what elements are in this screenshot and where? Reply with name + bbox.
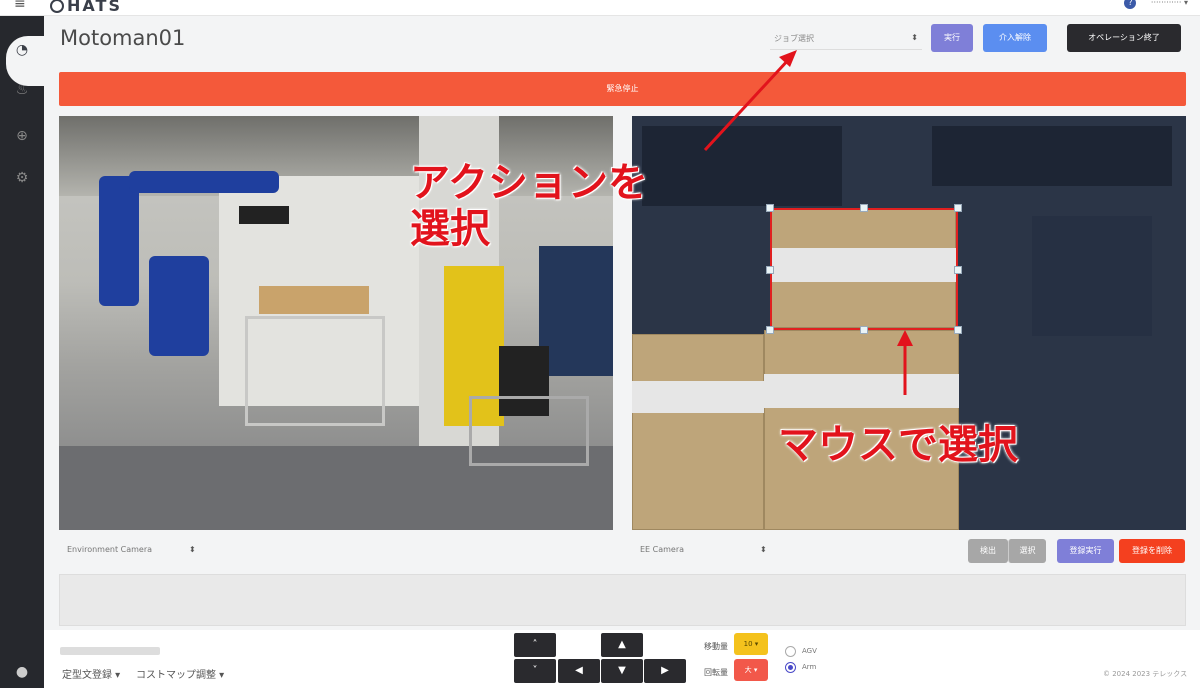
move-down-button[interactable]: ˅	[514, 659, 556, 683]
template-register-menu[interactable]: 定型文登録 ▾	[62, 666, 120, 681]
detect-button[interactable]: 検出	[968, 539, 1008, 563]
rotate-amount-label: 回転量	[704, 668, 728, 677]
agv-radio-label: AGV	[802, 647, 817, 655]
box-tape	[632, 381, 764, 413]
scene-shadow	[932, 126, 1172, 186]
resize-handle[interactable]	[766, 326, 774, 334]
power-icon[interactable]: ●	[12, 662, 32, 682]
app-logo[interactable]: HATS	[50, 0, 122, 15]
status-text	[60, 647, 160, 655]
sidebar: ◔ ♨ ⊕ ⚙ ●	[0, 16, 46, 688]
move-left-button[interactable]: ◀	[558, 659, 600, 683]
register-button[interactable]: 登録実行	[1057, 539, 1114, 563]
run-button[interactable]: 実行	[931, 24, 973, 52]
arm-radio-label: Arm	[802, 663, 817, 671]
resize-handle[interactable]	[860, 204, 868, 212]
move-amount-label: 移動量	[704, 642, 728, 651]
help-icon[interactable]: ?	[1124, 0, 1137, 9]
page-title: Motoman01	[60, 26, 186, 50]
resize-handle[interactable]	[954, 326, 962, 334]
move-up-button[interactable]: ˄	[514, 633, 556, 657]
blue-cabinet	[539, 246, 613, 376]
delete-registration-button[interactable]: 登録を削除	[1119, 539, 1185, 563]
copyright: © 2024 2023 テレックス	[1103, 670, 1188, 678]
resize-handle[interactable]	[954, 266, 962, 274]
move-forward-button[interactable]: ▲	[601, 633, 643, 657]
scene-shadow	[1032, 216, 1152, 336]
top-bar: ≡ HATS ? ············ ▾	[0, 0, 1200, 16]
robot-arm-upper	[129, 171, 279, 193]
user-menu[interactable]: ? ············ ▾	[1124, 0, 1188, 9]
box-left	[632, 334, 764, 530]
job-select-value: ジョブ選択	[774, 34, 814, 43]
select-caret-icon: ⬍	[189, 545, 196, 554]
move-right-button[interactable]: ▶	[644, 659, 686, 683]
camera-select-value: Environment Camera	[67, 545, 153, 554]
user-name: ············ ▾	[1150, 0, 1188, 7]
annotation-select-action: アクションを 選択	[410, 160, 648, 252]
intervene-release-button[interactable]: 介入解除	[983, 24, 1047, 52]
rotate-amount-select[interactable]: 大 ▾	[734, 659, 768, 681]
box-tape	[764, 374, 959, 408]
environment-camera-select[interactable]: Environment Camera ⬍	[59, 540, 199, 562]
ee-camera-select[interactable]: EE Camera ⬍	[632, 540, 772, 562]
select-caret-icon: ⬍	[760, 545, 767, 554]
camera-select-value: EE Camera	[640, 545, 685, 554]
work-table	[245, 316, 385, 426]
logo-text: HATS	[67, 0, 122, 15]
boxes-on-table	[259, 286, 369, 314]
resize-handle[interactable]	[860, 326, 868, 334]
end-operation-button[interactable]: オペレーション終了	[1067, 24, 1181, 52]
selection-rectangle[interactable]	[770, 208, 958, 330]
annotation-select-mouse: マウスで選択	[778, 422, 1018, 468]
arrow-head	[779, 50, 797, 67]
scene-shadow	[642, 126, 842, 206]
resize-handle[interactable]	[766, 266, 774, 274]
robot-arm-body	[149, 256, 209, 356]
dashboard-icon[interactable]: ◔	[12, 40, 32, 60]
globe-icon[interactable]: ⊕	[12, 126, 32, 146]
emergency-stop-button[interactable]: 緊急停止	[59, 72, 1186, 106]
select-button[interactable]: 選択	[1008, 539, 1046, 563]
cost-map-adjust-menu[interactable]: コストマップ調整 ▾	[136, 666, 224, 681]
gear-icon[interactable]: ⚙	[12, 168, 32, 188]
menu-icon[interactable]: ≡	[14, 0, 32, 11]
select-caret-icon: ⬍	[911, 33, 918, 42]
agv-radio[interactable]	[785, 646, 796, 657]
job-select[interactable]: ジョブ選択 ⬍	[770, 28, 922, 50]
move-amount-select[interactable]: 10 ▾	[734, 633, 768, 655]
flame-icon[interactable]: ♨	[12, 80, 32, 100]
robot-arm-base	[99, 176, 139, 306]
log-textarea[interactable]	[59, 574, 1186, 626]
robot-gripper	[239, 206, 289, 224]
arm-radio[interactable]	[785, 662, 796, 673]
cart	[469, 396, 589, 466]
resize-handle[interactable]	[954, 204, 962, 212]
move-back-button[interactable]: ▼	[601, 659, 643, 683]
resize-handle[interactable]	[766, 204, 774, 212]
